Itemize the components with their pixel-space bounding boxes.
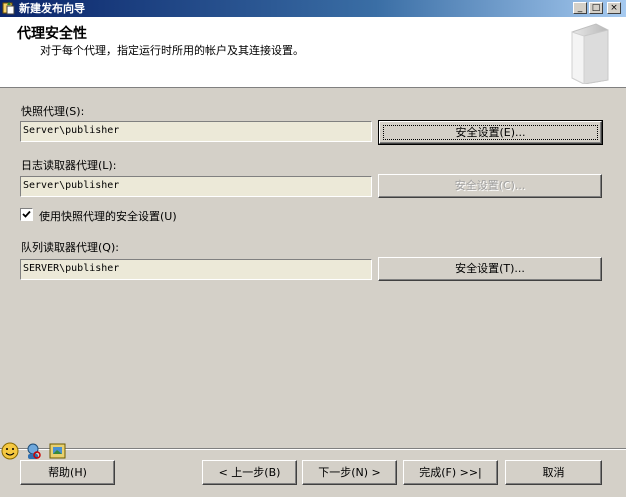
window-title: 新建发布向导 [19, 2, 85, 15]
user-search-icon [27, 443, 41, 459]
cancel-button[interactable]: 取消 [505, 460, 602, 485]
wizard-book-icon [571, 23, 609, 84]
tray-icons [0, 440, 70, 462]
queuereader-security-settings-label: 安全设置(T)... [455, 262, 525, 275]
finish-button-label: 完成(F) >>| [419, 466, 482, 479]
use-snapshot-security-label[interactable]: 使用快照代理的安全设置(U) [39, 208, 177, 224]
queuereader-agent-field[interactable]: SERVER\publisher [20, 259, 372, 280]
back-button-label: < 上一步(B) [218, 466, 281, 479]
help-button[interactable]: 帮助(H) [20, 460, 115, 485]
logreader-agent-label: 日志读取器代理(L): [21, 159, 117, 172]
cancel-button-label: 取消 [542, 466, 565, 479]
wizard-header: 代理安全性 对于每个代理，指定运行时所用的帐户及其连接设置。 [0, 17, 626, 88]
snapshot-agent-label: 快照代理(S): [21, 105, 85, 118]
page-title: 代理安全性 [17, 26, 87, 42]
next-button-label: 下一步(N) > [318, 466, 381, 479]
logreader-agent-field[interactable]: Server\publisher [20, 176, 372, 197]
logreader-security-settings-label: 安全设置(C)... [454, 179, 526, 192]
finish-button[interactable]: 完成(F) >>| [403, 460, 498, 485]
snapshot-security-settings-button[interactable]: 安全设置(E)... [378, 120, 603, 145]
close-button[interactable]: × [607, 2, 621, 14]
logreader-security-settings-button[interactable]: 安全设置(C)... [378, 174, 602, 198]
focus-rect [383, 125, 598, 140]
maximize-button[interactable]: □ [589, 2, 603, 14]
page-subtitle: 对于每个代理，指定运行时所用的帐户及其连接设置。 [40, 44, 304, 57]
title-bar[interactable]: 新建发布向导 _ □ × [0, 0, 626, 17]
back-button[interactable]: < 上一步(B) [202, 460, 297, 485]
queuereader-agent-label: 队列读取器代理(Q): [21, 241, 119, 254]
queuereader-security-settings-button[interactable]: 安全设置(T)... [378, 257, 602, 281]
image-editor-icon [49, 443, 66, 459]
smiley-icon [1, 442, 19, 460]
wizard-app-icon [2, 2, 15, 15]
snapshot-agent-field[interactable]: Server\publisher [20, 121, 372, 142]
checkmark-icon [22, 210, 31, 218]
next-button[interactable]: 下一步(N) > [302, 460, 397, 485]
use-snapshot-security-checkbox[interactable] [20, 208, 33, 221]
footer-separator [0, 448, 626, 450]
minimize-button[interactable]: _ [573, 2, 587, 14]
help-button-label: 帮助(H) [48, 466, 87, 479]
